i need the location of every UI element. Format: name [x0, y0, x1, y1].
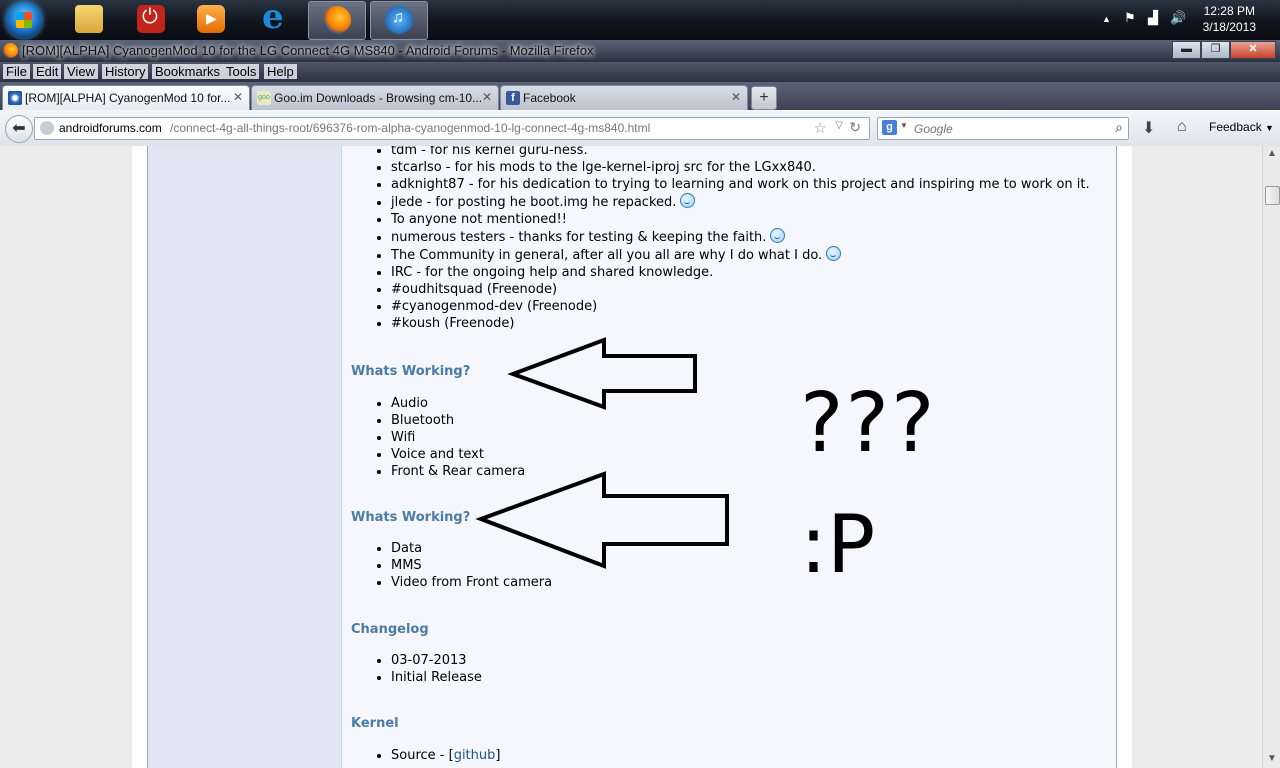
navigation-toolbar: ⬅ androidforums.com /connect-4g-all-thin… [0, 110, 1280, 147]
menu-file[interactable]: File [3, 64, 30, 79]
taskbar-ie-button[interactable] [245, 0, 301, 38]
facebook-favicon-icon: f [506, 91, 520, 105]
media-player-icon [197, 5, 225, 33]
window-titlebar[interactable]: [ROM][ALPHA] CyanogenMod 10 for the LG C… [0, 40, 1280, 62]
action-center-flag-icon[interactable]: ⚑ [1124, 10, 1136, 26]
taskbar-media-player-button[interactable] [183, 1, 239, 38]
url-domain: androidforums.com [59, 121, 162, 135]
tab-close-button[interactable]: ✕ [731, 90, 741, 104]
engine-dropdown-icon[interactable]: ▼ [900, 121, 908, 130]
tab-label: [ROM][ALPHA] CyanogenMod 10 for... [25, 91, 231, 105]
tab-goo-im[interactable]: goo Goo.im Downloads - Browsing cm-10...… [251, 85, 499, 111]
tab-strip: [ROM][ALPHA] CyanogenMod 10 for... ✕ goo… [0, 82, 1280, 112]
arrow-annotation-icon [507, 337, 697, 410]
minimize-button[interactable]: ▬ [1172, 41, 1201, 59]
firefox-icon [3, 43, 18, 58]
scroll-up-icon[interactable]: ▲ [1267, 148, 1277, 159]
menu-bookmarks[interactable]: Bookmarks [152, 64, 224, 79]
folder-icon [75, 5, 103, 33]
menu-bar: File Edit View History Bookmarks Tools H… [0, 62, 1280, 82]
url-path: /connect-4g-all-things-root/696376-rom-a… [170, 121, 651, 135]
search-magnifier-icon[interactable]: ⌕ [1115, 119, 1123, 136]
site-identity-icon[interactable] [40, 121, 54, 135]
show-hidden-icons-icon[interactable]: ▲ [1102, 14, 1111, 24]
url-bar[interactable]: androidforums.com /connect-4g-all-things… [34, 117, 870, 140]
window-title: [ROM][ALPHA] CyanogenMod 10 for the LG C… [22, 43, 594, 58]
menu-tools[interactable]: Tools [223, 64, 260, 79]
menu-view[interactable]: View [64, 64, 98, 79]
power-icon [137, 5, 165, 33]
firefox-icon [323, 6, 351, 34]
arrow-annotation-icon [475, 471, 729, 569]
new-tab-button[interactable]: + [751, 86, 777, 110]
feedback-label: Feedback [1209, 120, 1262, 134]
start-button[interactable] [6, 2, 42, 38]
reload-icon[interactable]: ↻ [849, 119, 861, 136]
android-forums-favicon-icon [8, 91, 22, 105]
windows-taskbar: ▲ ⚑ ▟ 🔊 12:28 PM 3/18/2013 [0, 0, 1280, 40]
google-engine-icon[interactable]: g [882, 120, 897, 135]
tab-close-button[interactable]: ✕ [233, 90, 243, 104]
page-scrollbar[interactable]: ▲ ▼ [1262, 146, 1280, 768]
search-input[interactable] [912, 119, 1106, 138]
annotation-arrows [475, 337, 729, 569]
question-marks-annotation: ??? [800, 376, 937, 471]
tab-close-button[interactable]: ✕ [482, 90, 492, 104]
system-tray: ▲ ⚑ ▟ 🔊 12:28 PM 3/18/2013 [1090, 0, 1280, 40]
clock-date: 3/18/2013 [1202, 20, 1256, 34]
downloads-icon[interactable]: ⬇ [1142, 118, 1155, 138]
menu-help[interactable]: Help [264, 64, 297, 79]
chevron-down-icon: ▼ [1265, 123, 1274, 133]
system-clock[interactable]: 12:28 PM 3/18/2013 [1203, 3, 1256, 35]
tab-facebook[interactable]: f Facebook ✕ [500, 85, 748, 111]
taskbar-power-button[interactable] [123, 1, 179, 38]
search-bar[interactable]: g ▼ ⌕ [877, 117, 1129, 140]
close-window-button[interactable]: ✕ [1230, 41, 1276, 59]
tab-label: Goo.im Downloads - Browsing cm-10... [274, 91, 483, 105]
clock-time: 12:28 PM [1203, 4, 1255, 18]
goo-im-favicon-icon: goo [257, 91, 271, 105]
bookmark-star-icon[interactable]: ☆ [814, 119, 827, 137]
tab-android-forums[interactable]: [ROM][ALPHA] CyanogenMod 10 for... ✕ [2, 85, 250, 112]
volume-icon[interactable]: 🔊 [1170, 10, 1186, 26]
internet-explorer-icon [259, 0, 287, 37]
back-arrow-icon: ⬅ [12, 120, 26, 137]
history-dropdown-icon[interactable]: ▽ [835, 120, 843, 131]
feedback-button[interactable]: Feedback ▼ [1209, 120, 1274, 134]
tongue-emoticon-annotation: :P [800, 498, 876, 591]
taskbar-explorer-button[interactable] [61, 1, 117, 38]
back-button[interactable]: ⬅ [5, 115, 33, 143]
taskbar-itunes-button[interactable] [370, 1, 428, 40]
page-viewport: tdm - for his kernel guru-ness. stcarlso… [0, 146, 1262, 768]
itunes-icon [385, 6, 413, 34]
restore-button[interactable]: ❐ [1201, 41, 1230, 59]
taskbar-firefox-button[interactable] [308, 1, 366, 40]
scroll-down-icon[interactable]: ▼ [1267, 753, 1277, 764]
network-signal-icon[interactable]: ▟ [1148, 10, 1158, 26]
scrollbar-thumb[interactable] [1265, 186, 1280, 205]
menu-history[interactable]: History [102, 64, 149, 79]
menu-edit[interactable]: Edit [33, 64, 62, 79]
tab-label: Facebook [523, 91, 576, 105]
home-icon[interactable]: ⌂ [1177, 118, 1187, 136]
